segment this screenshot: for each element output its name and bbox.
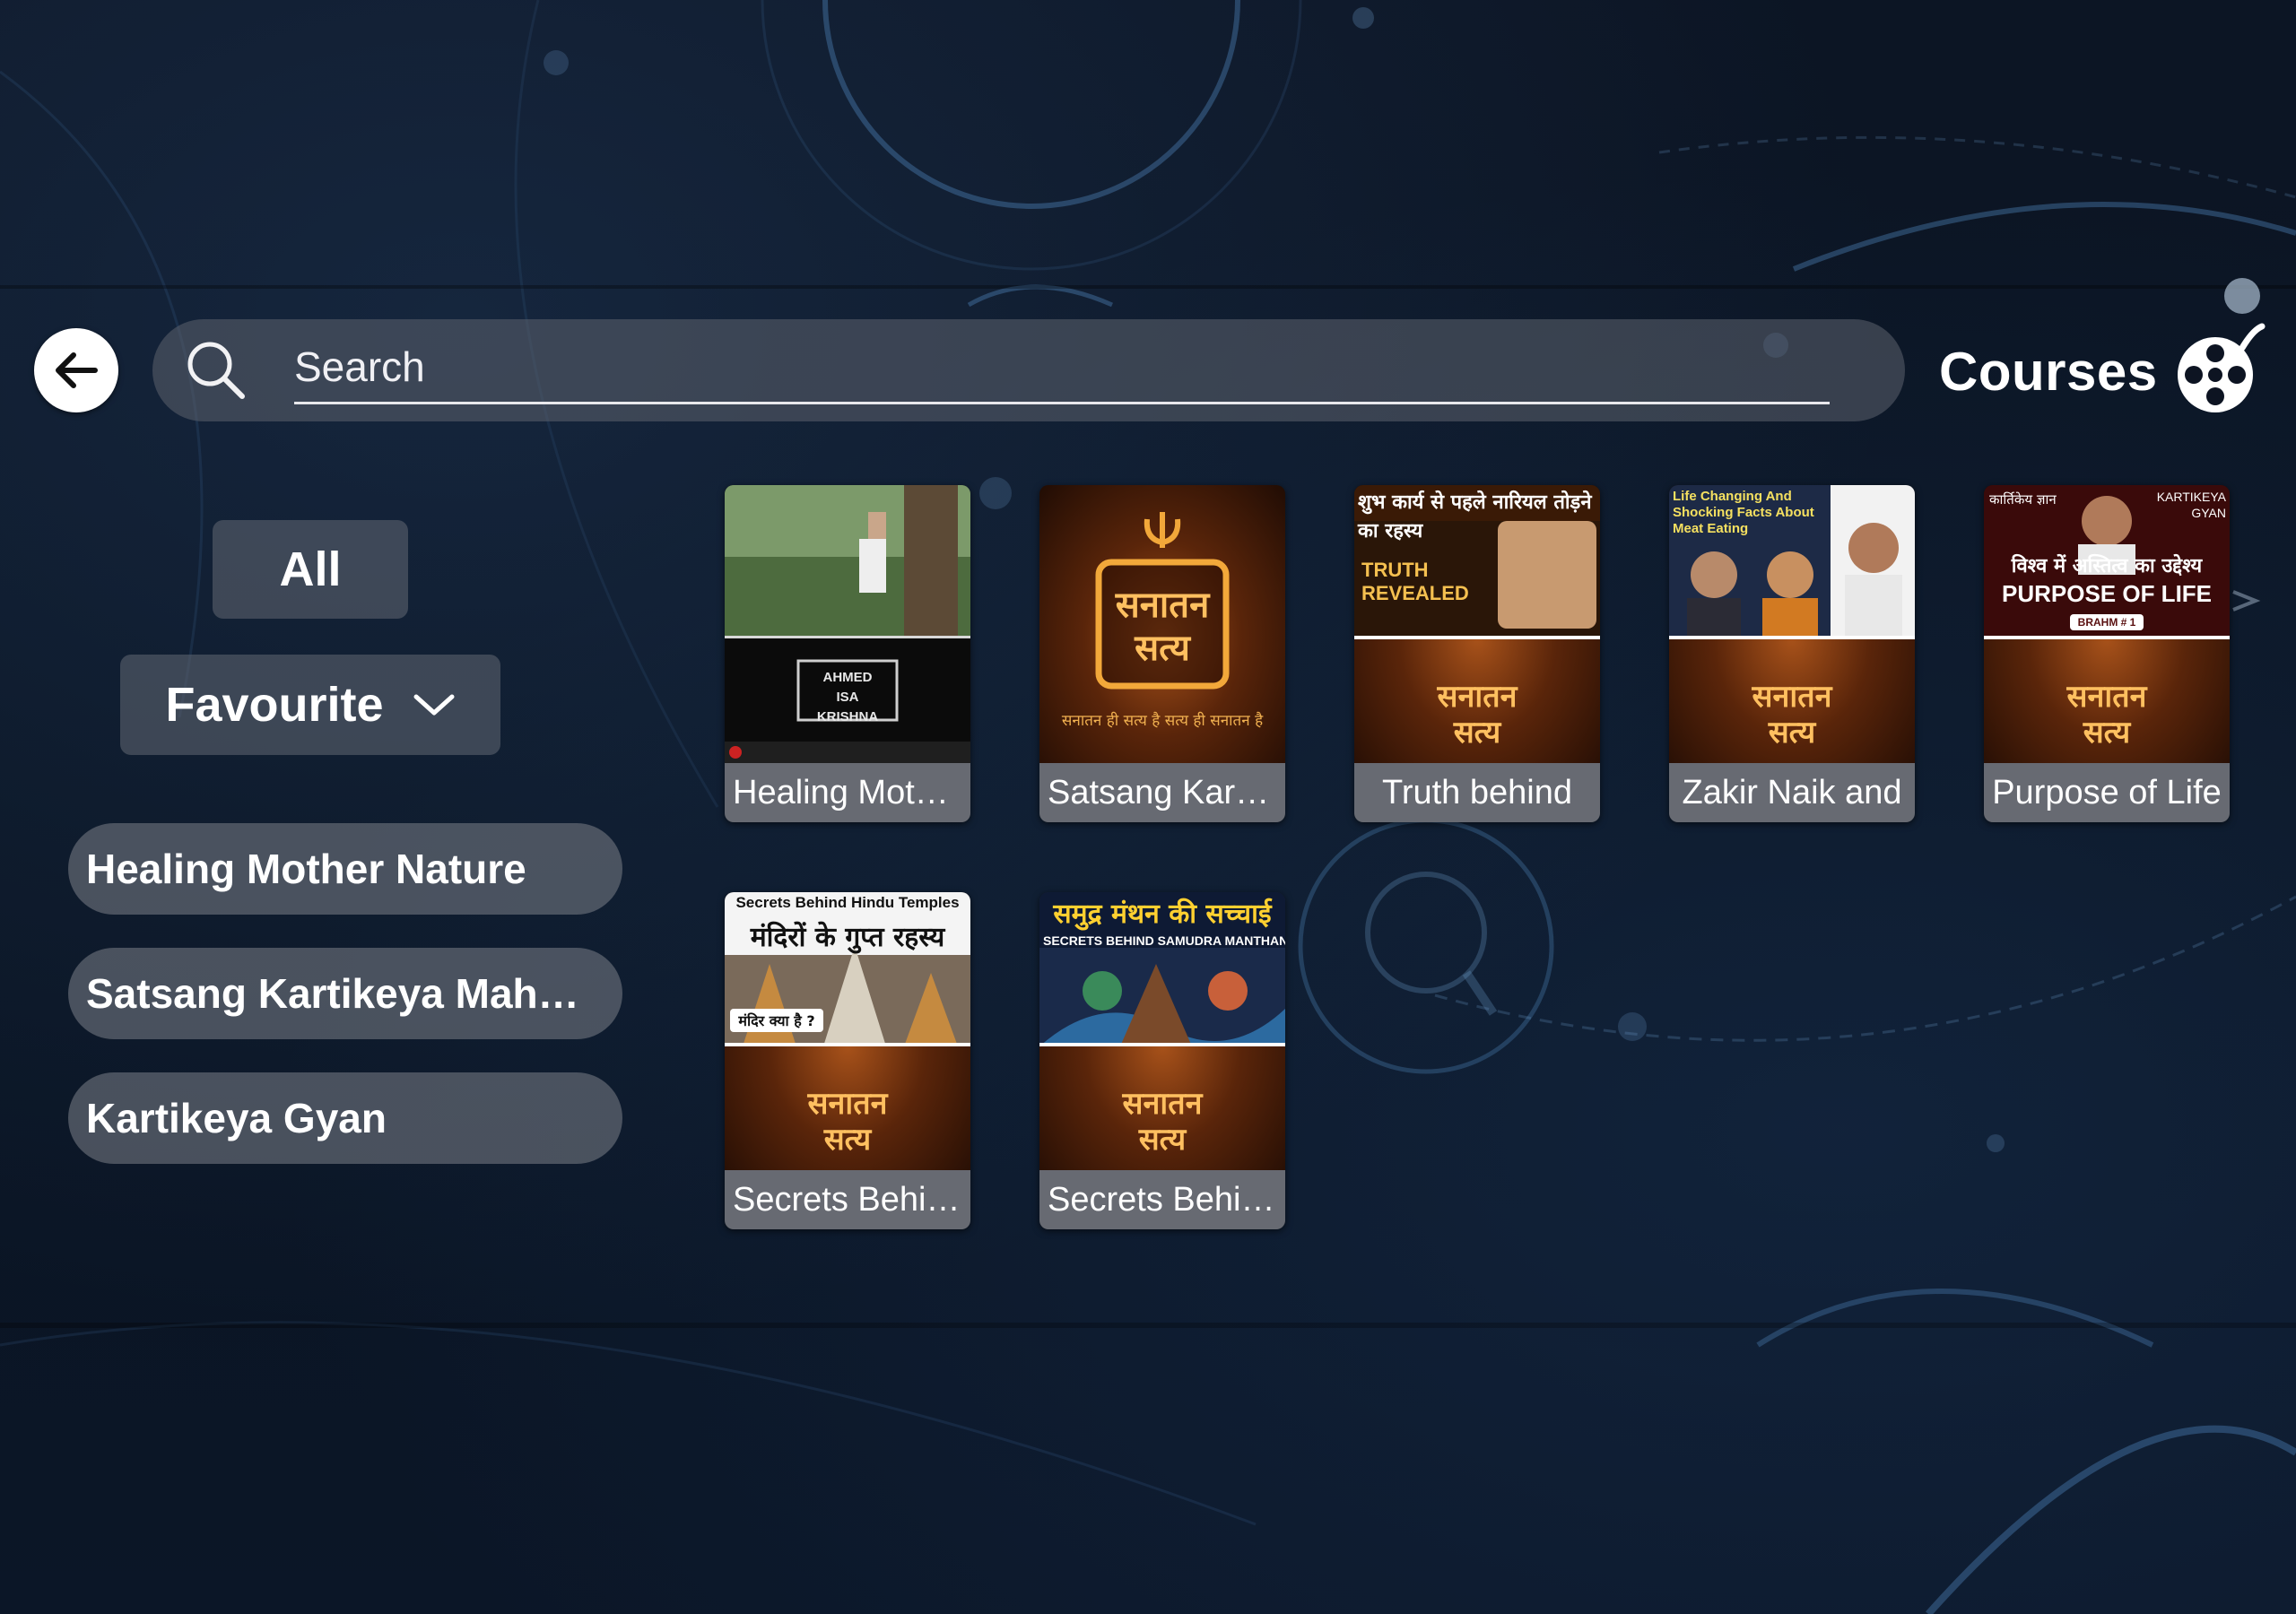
video-title: Truth behind (1354, 763, 1600, 822)
video-card-healing-mother-nature[interactable]: AHMED ISA KRISHNA Healing Mother Nature (725, 485, 970, 822)
video-thumbnail: कार्तिकेय ज्ञान KARTIKEYA GYAN विश्व में… (1984, 485, 2230, 763)
video-card-secrets-samudra-manthan[interactable]: समुद्र मंथन की सच्चाई SECRETS BEHIND SAM… (1039, 892, 1285, 1229)
video-title: Purpose of Life (1984, 763, 2230, 822)
category-item-satsang-kartikeya-maharaj[interactable]: Satsang Kartikeya Maharaj (68, 948, 622, 1039)
brand-logo-text: सनातन सत्य (2066, 679, 2147, 751)
category-label: Healing Mother Nature (86, 846, 526, 892)
category-label: Satsang Kartikeya Maharaj (86, 970, 601, 1017)
thumbnail-headline: शुभ कार्य से पहले नारियल तोड़ने का रहस्य (1358, 491, 1592, 542)
video-title: Secrets Behind Hindu Temples (725, 1170, 970, 1229)
category-item-kartikeya-gyan[interactable]: Kartikeya Gyan (68, 1072, 622, 1164)
favourite-label: Favourite (165, 678, 384, 732)
video-thumbnail: सनातन सत्य सनातन ही सत्य है सत्य ही सनात… (1039, 485, 1285, 763)
thumbnail-caption: सनातन ही सत्य है सत्य ही सनातन है (1061, 712, 1264, 730)
brand-logo-text: सनातन सत्य (1115, 585, 1210, 669)
brand-logo-text: सनातन सत्य (1752, 679, 1832, 751)
thumbnail-headline: विश्व में अस्तित्व का उद्देश्य (2011, 555, 2203, 577)
video-thumbnail: समुद्र मंथन की सच्चाई SECRETS BEHIND SAM… (1039, 892, 1285, 1170)
video-card-secrets-hindu-temples[interactable]: Secrets Behind Hindu Temples मंदिरों के … (725, 892, 970, 1229)
video-card-truth-behind[interactable]: शुभ कार्य से पहले नारियल तोड़ने का रहस्य… (1354, 485, 1600, 822)
thumbnail-corner-left: कार्तिकेय ज्ञान (1989, 491, 2057, 508)
video-title: Healing Mother Nature (725, 763, 970, 822)
thumbnail-caption: TRUTH REVEALED (1361, 559, 1469, 604)
film-reel-icon[interactable] (2172, 323, 2266, 416)
thumbnail-badge: BRAHM # 1 (2077, 616, 2136, 629)
brand-logo-text: सनातन सत्य (1122, 1086, 1203, 1158)
video-thumbnail: शुभ कार्य से पहले नारियल तोड़ने का रहस्य… (1354, 485, 1600, 763)
thumbnail-caption: AHMED ISA KRISHNA (816, 670, 879, 725)
brand-logo-text: सनातन सत्य (807, 1086, 888, 1158)
thumbnail-caption: SECRETS BEHIND SAMUDRA MANTHAN (1043, 933, 1285, 948)
video-title: Satsang Kartikeya (1039, 763, 1285, 822)
page-title: Courses (1939, 342, 2158, 402)
search-input[interactable] (294, 337, 1830, 404)
arrow-left-icon (56, 352, 98, 388)
thumbnail-corner-right: KARTIKEYA GYAN (2156, 490, 2226, 520)
category-list: Healing Mother Nature Satsang Kartikeya … (68, 823, 622, 1197)
video-thumbnail: AHMED ISA KRISHNA (725, 485, 970, 763)
category-label: Kartikeya Gyan (86, 1095, 387, 1141)
filter-all-label: All (279, 542, 342, 596)
thumbnail-headline: समुद्र मंथन की सच्चाई (1053, 898, 1272, 930)
thumbnail-headline: Secrets Behind Hindu Temples (735, 894, 960, 911)
video-title: Secrets Behind Samudra Manthan (1039, 1170, 1285, 1229)
search-bar[interactable] (152, 319, 1905, 421)
chevron-down-icon (413, 694, 455, 716)
video-thumbnail: Life Changing And Shocking Facts About M… (1669, 485, 1915, 763)
thumbnail-caption: PURPOSE OF LIFE (2001, 580, 2213, 607)
video-card-purpose-of-life[interactable]: कार्तिकेय ज्ञान KARTIKEYA GYAN विश्व में… (1984, 485, 2230, 822)
video-card-satsang-kartikeya[interactable]: सनातन सत्य सनातन ही सत्य है सत्य ही सनात… (1039, 485, 1285, 822)
thumbnail-caption: मंदिरों के गुप्त रहस्य (750, 922, 945, 953)
brand-logo-text: सनातन सत्य (1437, 679, 1518, 751)
favourite-dropdown[interactable]: Favourite (120, 655, 500, 755)
video-title: Zakir Naik and (1669, 763, 1915, 822)
filter-all-button[interactable]: All (213, 520, 408, 619)
video-card-zakir-naik[interactable]: Life Changing And Shocking Facts About M… (1669, 485, 1915, 822)
search-icon (187, 342, 245, 399)
back-button[interactable] (34, 328, 118, 412)
thumbnail-headline: Life Changing And Shocking Facts About M… (1673, 489, 1814, 536)
thumbnail-badge: मंदिर क्या है ? (738, 1012, 815, 1029)
courses-screen: Courses All Favourite Healing Mother Nat… (0, 0, 2296, 1614)
category-item-healing-mother-nature[interactable]: Healing Mother Nature (68, 823, 622, 915)
video-thumbnail: Secrets Behind Hindu Temples मंदिरों के … (725, 892, 970, 1170)
